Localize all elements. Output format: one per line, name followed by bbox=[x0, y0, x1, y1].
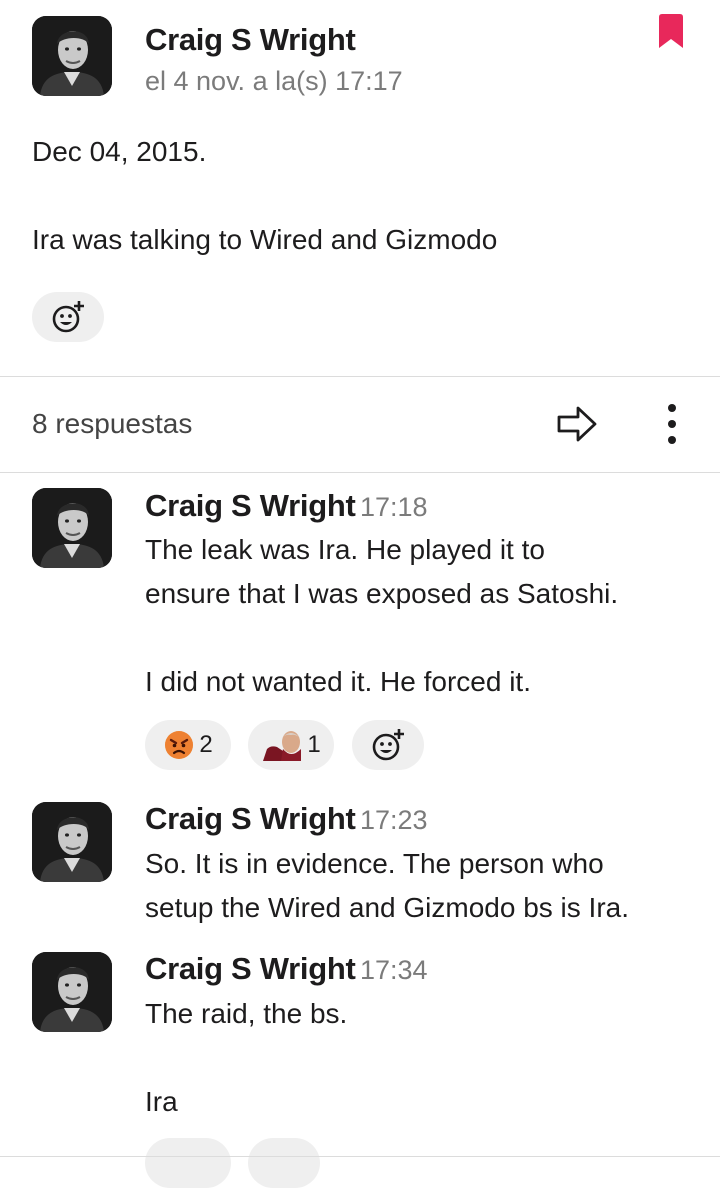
custom-person-emoji bbox=[263, 731, 302, 761]
share-arrow-icon[interactable] bbox=[556, 404, 598, 444]
parent-timestamp[interactable]: el 4 nov. a la(s) 17:17 bbox=[145, 66, 403, 97]
avatar[interactable] bbox=[32, 16, 112, 96]
angry-face-emoji bbox=[165, 731, 194, 759]
replies-count[interactable]: 8 respuestas bbox=[32, 408, 192, 440]
parent-message-line: Ira was talking to Wired and Gizmodo bbox=[32, 224, 498, 255]
parent-message-line: Dec 04, 2015. bbox=[32, 136, 207, 167]
reply-author-name[interactable]: Craig S Wright bbox=[145, 801, 356, 836]
reply-header: Craig S Wright 17:23 bbox=[145, 801, 428, 837]
reply-message: The leak was Ira. He played it to ensure… bbox=[145, 534, 619, 697]
add-reaction-button[interactable] bbox=[352, 720, 424, 770]
divider bbox=[0, 1156, 720, 1157]
reply-author-name[interactable]: Craig S Wright bbox=[145, 951, 356, 986]
avatar[interactable] bbox=[32, 488, 112, 568]
reply-author-name[interactable]: Craig S Wright bbox=[145, 488, 356, 523]
reaction-pill[interactable]: 1 bbox=[248, 720, 334, 770]
reply-header: Craig S Wright 17:34 bbox=[145, 951, 428, 987]
avatar-image bbox=[32, 16, 112, 96]
bookmark-icon[interactable] bbox=[656, 14, 686, 50]
parent-author-name[interactable]: Craig S Wright bbox=[145, 22, 356, 58]
reply-message: The raid, the bs. Ira bbox=[145, 998, 348, 1117]
reply-timestamp[interactable]: 17:34 bbox=[360, 955, 428, 985]
add-reaction-icon bbox=[52, 301, 84, 333]
avatar-image bbox=[32, 802, 112, 882]
add-reaction-button[interactable] bbox=[248, 1138, 320, 1188]
avatar[interactable] bbox=[32, 952, 112, 1032]
reply-timestamp[interactable]: 17:23 bbox=[360, 805, 428, 835]
divider bbox=[0, 376, 720, 377]
reaction-pill[interactable] bbox=[145, 1138, 231, 1188]
reaction-pill[interactable]: 2 bbox=[145, 720, 231, 770]
avatar-image bbox=[32, 952, 112, 1032]
avatar[interactable] bbox=[32, 802, 112, 882]
add-reaction-button[interactable] bbox=[32, 292, 104, 342]
reply-message: So. It is in evidence. The person who se… bbox=[145, 848, 629, 923]
reply-timestamp[interactable]: 17:18 bbox=[360, 492, 428, 522]
divider bbox=[0, 472, 720, 473]
reply-header: Craig S Wright 17:18 bbox=[145, 488, 428, 524]
more-vertical-icon[interactable] bbox=[662, 402, 682, 446]
reaction-count: 2 bbox=[199, 731, 213, 758]
reaction-count: 1 bbox=[307, 731, 321, 758]
avatar-image bbox=[32, 488, 112, 568]
add-reaction-icon bbox=[372, 729, 404, 761]
